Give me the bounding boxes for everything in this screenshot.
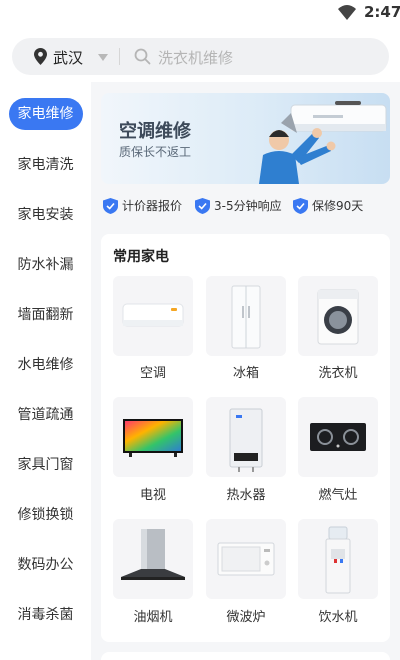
appliance-label: 热水器: [226, 488, 266, 503]
sidebar-item-label: 数码办公: [17, 557, 74, 573]
search-divider: [119, 48, 120, 65]
appliance-tile-range-hood[interactable]: [113, 519, 193, 599]
common-appliances-card: 常用家电 空调 冰箱 洗衣机 电视 热水器 燃气灶 油烟机 微波炉 饮水机: [101, 234, 390, 642]
appliance-tile-air-conditioner[interactable]: [113, 276, 193, 356]
sidebar-item-locksmith[interactable]: 修锁换锁: [0, 495, 91, 535]
appliance-label: 冰箱: [232, 366, 259, 381]
appliance-tile-water-dispenser[interactable]: [298, 519, 378, 599]
refrigerator-icon: [231, 285, 261, 349]
sidebar-item-label: 修锁换锁: [17, 507, 74, 523]
range-hood-icon: [121, 529, 185, 580]
header: 武汉 洗衣机维修: [0, 26, 400, 82]
technician-illustration: [259, 101, 387, 184]
sidebar-item-label: 管道疏通: [17, 407, 74, 423]
chevron-down-icon[interactable]: [98, 54, 108, 61]
sidebar-item-pipe-dredging[interactable]: 管道疏通: [0, 395, 91, 435]
washing-machine-icon: [317, 289, 359, 345]
promise-fast-response: 3-5分钟响应: [195, 196, 290, 216]
promise-label: 3-5分钟响应: [214, 199, 282, 213]
appliance-label: 空调: [139, 366, 166, 381]
status-time: 2:47: [364, 3, 400, 21]
appliance-tile-washing-machine[interactable]: [298, 276, 378, 356]
sidebar-item-label: 家电维修: [8, 98, 83, 130]
television-icon: [123, 419, 183, 457]
category-sidebar: 家电维修 家电清洗 家电安装 防水补漏 墙面翻新 水电维修 管道疏通 家具门窗 …: [0, 82, 91, 660]
appliance-label: 电视: [139, 488, 166, 503]
gas-stove-icon: [310, 423, 366, 451]
sidebar-item-label: 家电安装: [17, 207, 74, 223]
promise-label: 保修90天: [312, 199, 364, 213]
sidebar-item-label: 家具门窗: [17, 457, 74, 473]
water-dispenser-icon: [325, 526, 351, 594]
appliance-label: 洗衣机: [318, 366, 358, 381]
appliance-label: 饮水机: [318, 610, 358, 625]
sidebar-item-appliance-repair[interactable]: 家电维修: [0, 94, 91, 134]
appliance-tile-microwave[interactable]: [206, 519, 286, 599]
appliance-label: 油烟机: [133, 610, 173, 625]
appliance-tile-television[interactable]: [113, 397, 193, 477]
banner-title: 空调维修: [119, 121, 191, 142]
appliance-tile-refrigerator[interactable]: [206, 276, 286, 356]
microwave-icon: [217, 542, 275, 576]
search-bar[interactable]: 武汉 洗衣机维修: [12, 38, 389, 75]
sidebar-item-digital-office[interactable]: 数码办公: [0, 545, 91, 585]
promo-banner[interactable]: 空调维修 质保长不返工: [101, 93, 390, 184]
appliance-tile-water-heater[interactable]: [206, 397, 286, 477]
banner-subtitle: 质保长不返工: [119, 145, 192, 159]
location-pin-icon[interactable]: [34, 48, 47, 65]
sidebar-item-appliance-install[interactable]: 家电安装: [0, 195, 91, 235]
appliance-tile-gas-stove[interactable]: [298, 397, 378, 477]
sidebar-item-label: 水电维修: [17, 357, 74, 373]
sidebar-item-label: 防水补漏: [17, 257, 74, 273]
search-icon: [134, 48, 151, 65]
next-section-card: [101, 652, 390, 660]
section-title: 常用家电: [113, 249, 169, 265]
status-bar: 2:47: [0, 0, 400, 26]
air-conditioner-icon: [122, 303, 184, 327]
shield-check-icon: [103, 198, 118, 214]
sidebar-item-label: 墙面翻新: [17, 307, 74, 323]
city-selector[interactable]: 武汉: [53, 47, 83, 68]
water-heater-icon: [229, 408, 263, 472]
search-input[interactable]: 洗衣机维修: [158, 47, 233, 68]
sidebar-item-label: 家电清洗: [17, 157, 74, 173]
sidebar-item-label: 消毒杀菌: [17, 607, 74, 623]
shield-check-icon: [293, 198, 308, 214]
appliance-label: 燃气灶: [318, 488, 358, 503]
appliance-label: 微波炉: [226, 610, 266, 625]
sidebar-item-plumbing-electric[interactable]: 水电维修: [0, 345, 91, 385]
promise-warranty: 保修90天: [293, 196, 383, 216]
sidebar-item-wall-renovation[interactable]: 墙面翻新: [0, 295, 91, 335]
promise-label: 计价器报价: [122, 199, 183, 213]
sidebar-item-waterproofing[interactable]: 防水补漏: [0, 245, 91, 285]
promise-meter-quote: 计价器报价: [103, 196, 193, 216]
sidebar-item-appliance-cleaning[interactable]: 家电清洗: [0, 145, 91, 185]
sidebar-item-disinfection[interactable]: 消毒杀菌: [0, 595, 91, 635]
sidebar-item-furniture-doors[interactable]: 家具门窗: [0, 445, 91, 485]
wifi-icon: [338, 5, 356, 20]
shield-check-icon: [195, 198, 210, 214]
